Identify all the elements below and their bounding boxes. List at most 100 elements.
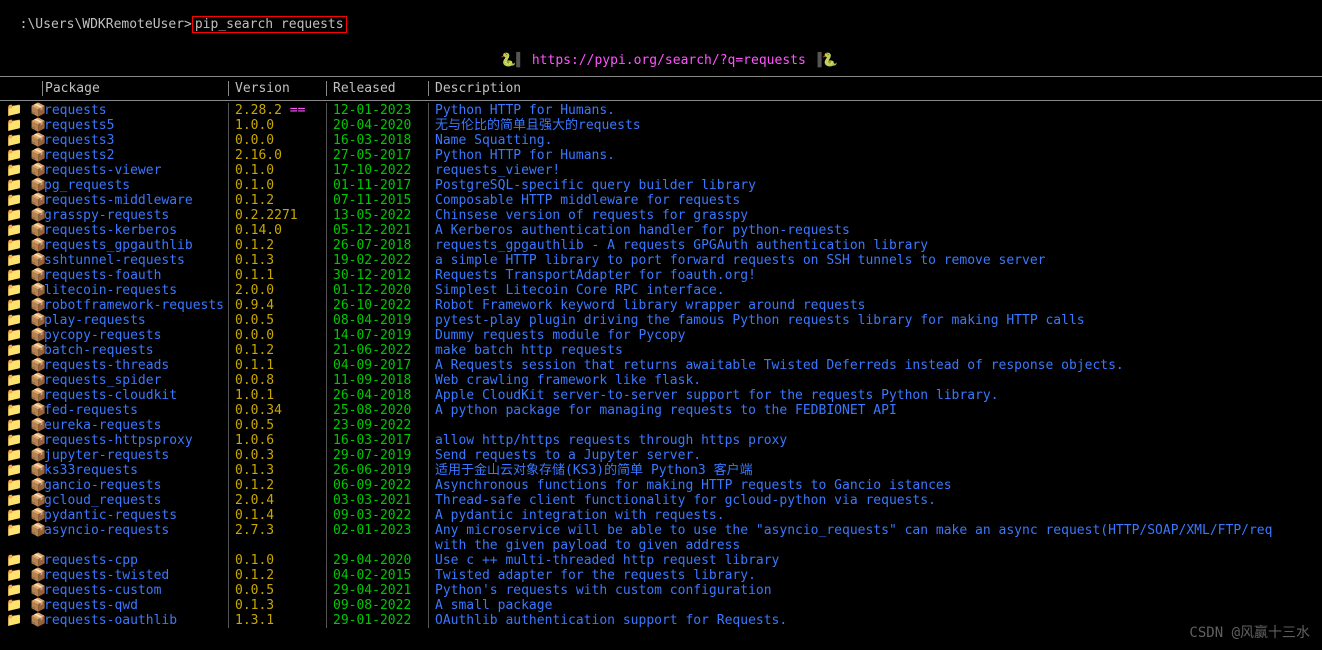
- table-row[interactable]: 📁 📦requests-qwd0.1.309-08-2022A small pa…: [0, 598, 1322, 613]
- package-name[interactable]: requests2: [42, 148, 228, 163]
- package-name[interactable]: requests-qwd: [42, 598, 228, 613]
- table-row[interactable]: 📁 📦requests_gpgauthlib0.1.226-07-2018req…: [0, 238, 1322, 253]
- package-name[interactable]: asyncio-requests: [42, 523, 228, 538]
- package-description: requests_gpgauthlib - A requests GPGAuth…: [428, 238, 1322, 253]
- row-icons: 📁 📦: [0, 223, 42, 238]
- package-name[interactable]: pycopy-requests: [42, 328, 228, 343]
- table-row[interactable]: 📁 📦requests-middleware0.1.207-11-2015Com…: [0, 193, 1322, 208]
- package-name[interactable]: requests-kerberos: [42, 223, 228, 238]
- package-name[interactable]: requests-foauth: [42, 268, 228, 283]
- table-row[interactable]: 📁 📦play-requests0.0.508-04-2019pytest-pl…: [0, 313, 1322, 328]
- package-release-date: 04-09-2017: [326, 358, 428, 373]
- package-name[interactable]: requests-middleware: [42, 193, 228, 208]
- table-row[interactable]: 📁 📦eureka-requests0.0.523-09-2022: [0, 418, 1322, 433]
- table-row[interactable]: 📁 📦batch-requests0.1.221-06-2022make bat…: [0, 343, 1322, 358]
- package-name[interactable]: jupyter-requests: [42, 448, 228, 463]
- package-description: Asynchronous functions for making HTTP r…: [428, 478, 1322, 493]
- package-name[interactable]: ks33requests: [42, 463, 228, 478]
- table-row[interactable]: 📁 📦ks33requests0.1.326-06-2019适用于金山云对象存储…: [0, 463, 1322, 478]
- table-row[interactable]: 📁 📦requests_spider0.0.811-09-2018Web cra…: [0, 373, 1322, 388]
- table-row[interactable]: 📁 📦sshtunnel-requests0.1.319-02-2022a si…: [0, 253, 1322, 268]
- package-name[interactable]: litecoin-requests: [42, 283, 228, 298]
- package-description: Robot Framework keyword library wrapper …: [428, 298, 1322, 313]
- package-version: 0.1.4: [228, 508, 326, 523]
- package-name[interactable]: requests-viewer: [42, 163, 228, 178]
- table-row[interactable]: 📁 📦requests-twisted0.1.204-02-2015Twiste…: [0, 568, 1322, 583]
- command-prompt-line: :\Users\WDKRemoteUser>pip_search request…: [0, 0, 1322, 34]
- table-row[interactable]: 📁 📦pg_requests0.1.001-11-2017PostgreSQL-…: [0, 178, 1322, 193]
- package-name[interactable]: requests-httpsproxy: [42, 433, 228, 448]
- table-row[interactable]: 📁 📦fed-requests0.0.3425-08-2020A python …: [0, 403, 1322, 418]
- package-name[interactable]: pg_requests: [42, 178, 228, 193]
- package-name[interactable]: requests5: [42, 118, 228, 133]
- package-name[interactable]: sshtunnel-requests: [42, 253, 228, 268]
- package-name[interactable]: grasspy-requests: [42, 208, 228, 223]
- row-icons: 📁 📦: [0, 178, 42, 193]
- table-row[interactable]: 📁 📦requests-oauthlib1.3.129-01-2022OAuth…: [0, 613, 1322, 628]
- table-row[interactable]: 📁 📦jupyter-requests0.0.329-07-2019Send r…: [0, 448, 1322, 463]
- table-row[interactable]: 📁 📦requests-viewer0.1.017-10-2022request…: [0, 163, 1322, 178]
- table-row[interactable]: 📁 📦grasspy-requests0.2.227113-05-2022Chi…: [0, 208, 1322, 223]
- package-release-date: 26-07-2018: [326, 238, 428, 253]
- package-name[interactable]: requests-cloudkit: [42, 388, 228, 403]
- search-url[interactable]: https://pypi.org/search/?q=requests: [532, 53, 806, 68]
- package-name[interactable]: requests-custom: [42, 583, 228, 598]
- package-release-date: 26-04-2018: [326, 388, 428, 403]
- table-row[interactable]: 📁 📦pydantic-requests0.1.409-03-2022A pyd…: [0, 508, 1322, 523]
- table-row[interactable]: 📁 📦requests-foauth0.1.130-12-2012Request…: [0, 268, 1322, 283]
- package-release-date: 14-07-2019: [326, 328, 428, 343]
- table-body: 📁 📦requests2.28.2 ==12-01-2023Python HTT…: [0, 101, 1322, 628]
- table-row[interactable]: 📁 📦requests-httpsproxy1.0.616-03-2017all…: [0, 433, 1322, 448]
- package-description: Dummy requests module for Pycopy: [428, 328, 1322, 343]
- table-row[interactable]: 📁 📦requests-cloudkit1.0.126-04-2018Apple…: [0, 388, 1322, 403]
- package-version: 0.0.3: [228, 448, 326, 463]
- package-version: 0.0.5: [228, 583, 326, 598]
- package-name[interactable]: gancio-requests: [42, 478, 228, 493]
- table-row[interactable]: 📁 📦gancio-requests0.1.206-09-2022Asynchr…: [0, 478, 1322, 493]
- table-row[interactable]: 📁 📦requests-cpp0.1.029-04-2020Use c ++ m…: [0, 553, 1322, 568]
- package-name[interactable]: eureka-requests: [42, 418, 228, 433]
- package-name[interactable]: robotframework-requests: [42, 298, 228, 313]
- package-version: 0.1.3: [228, 463, 326, 478]
- package-description: A Kerberos authentication handler for py…: [428, 223, 1322, 238]
- package-name[interactable]: requests3: [42, 133, 228, 148]
- package-version: 1.0.0: [228, 118, 326, 133]
- package-release-date: 16-03-2017: [326, 433, 428, 448]
- package-description: allow http/https requests through https …: [428, 433, 1322, 448]
- table-row[interactable]: 📁 📦requests-threads0.1.104-09-2017A Requ…: [0, 358, 1322, 373]
- package-name[interactable]: gcloud_requests: [42, 493, 228, 508]
- package-name[interactable]: pydantic-requests: [42, 508, 228, 523]
- package-version: 1.3.1: [228, 613, 326, 628]
- package-name[interactable]: requests_gpgauthlib: [42, 238, 228, 253]
- package-name[interactable]: requests: [42, 103, 228, 118]
- table-row[interactable]: 📁 📦asyncio-requests2.7.302-01-2023Any mi…: [0, 523, 1322, 538]
- table-row[interactable]: 📁 📦gcloud_requests2.0.403-03-2021Thread-…: [0, 493, 1322, 508]
- package-name[interactable]: requests-cpp: [42, 553, 228, 568]
- package-release-date: 29-07-2019: [326, 448, 428, 463]
- row-icons: 📁 📦: [0, 448, 42, 463]
- row-icons: 📁 📦: [0, 463, 42, 478]
- table-row[interactable]: 📁 📦robotframework-requests0.9.426-10-202…: [0, 298, 1322, 313]
- package-version: 0.0.0: [228, 133, 326, 148]
- package-name[interactable]: fed-requests: [42, 403, 228, 418]
- package-name[interactable]: requests-oauthlib: [42, 613, 228, 628]
- package-name[interactable]: requests_spider: [42, 373, 228, 388]
- watermark-text: CSDN @风赢十三水: [1189, 622, 1310, 642]
- package-name[interactable]: requests-threads: [42, 358, 228, 373]
- package-description: Apple CloudKit server-to-server support …: [428, 388, 1322, 403]
- package-name[interactable]: play-requests: [42, 313, 228, 328]
- table-row[interactable]: 📁 📦requests30.0.016-03-2018Name Squattin…: [0, 133, 1322, 148]
- table-row[interactable]: 📁 📦litecoin-requests2.0.001-12-2020Simpl…: [0, 283, 1322, 298]
- package-version: 2.0.0: [228, 283, 326, 298]
- table-row[interactable]: 📁 📦requests51.0.020-04-2020无与伦比的简单且强大的re…: [0, 118, 1322, 133]
- table-row[interactable]: 📁 📦requests-kerberos0.14.005-12-2021A Ke…: [0, 223, 1322, 238]
- table-row[interactable]: 📁 📦requests22.16.027-05-2017Python HTTP …: [0, 148, 1322, 163]
- table-row[interactable]: 📁 📦requests2.28.2 ==12-01-2023Python HTT…: [0, 103, 1322, 118]
- table-row[interactable]: 📁 📦requests-custom0.0.529-04-2021Python'…: [0, 583, 1322, 598]
- row-icons: 📁 📦: [0, 328, 42, 343]
- package-name[interactable]: batch-requests: [42, 343, 228, 358]
- package-description: 适用于金山云对象存储(KS3)的简单 Python3 客户端: [428, 463, 1322, 478]
- package-name[interactable]: requests-twisted: [42, 568, 228, 583]
- header-package: Package: [42, 81, 228, 96]
- table-row[interactable]: 📁 📦pycopy-requests0.0.014-07-2019Dummy r…: [0, 328, 1322, 343]
